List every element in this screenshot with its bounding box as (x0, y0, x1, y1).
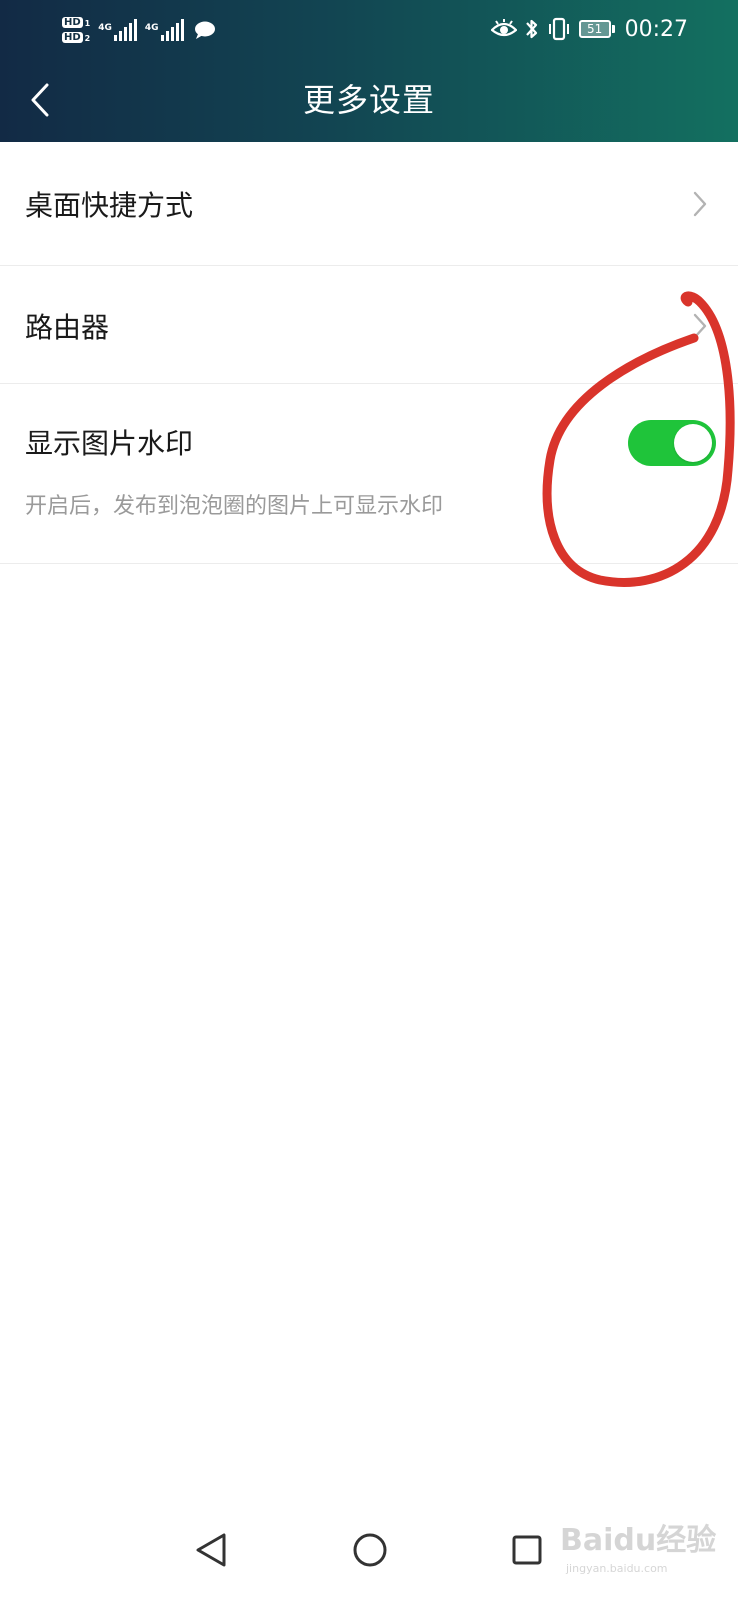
settings-item-label: 桌面快捷方式 (25, 189, 194, 222)
battery-icon: 51 (578, 20, 615, 38)
settings-item-label: 显示图片水印 (25, 427, 194, 460)
hd-indicators: HD 1 HD 2 (62, 17, 90, 43)
status-bar-right: 51 00:27 (490, 10, 688, 48)
sim2-number: 2 (84, 34, 91, 43)
settings-item-description: 开启后，发布到泡泡圈的图片上可显示水印 (25, 494, 444, 519)
baidu-watermark-logo: Baidu经验 jingyan.baidu.com (560, 1523, 716, 1575)
status-time: 00:27 (624, 16, 688, 42)
network-type-1: 4G (98, 23, 112, 33)
signal-icon: 4G (98, 19, 137, 41)
signal-bars-1 (113, 19, 137, 41)
message-icon (194, 21, 215, 39)
eye-comfort-icon (490, 19, 517, 37)
app-header: HD 1 HD 2 4G 4G 51 00:27 更多设置 (0, 0, 738, 142)
chevron-left-icon (31, 83, 49, 117)
toggle-knob (674, 424, 712, 462)
chevron-right-icon (693, 191, 707, 217)
network-type-2: 4G (144, 23, 159, 33)
battery-body: 51 (578, 20, 611, 38)
signal-icon-2: 4G (145, 19, 184, 41)
battery-tip (611, 25, 615, 33)
watermark-subtext: jingyan.baidu.com (565, 1562, 668, 1575)
back-button[interactable] (20, 78, 60, 122)
page-title: 更多设置 (302, 81, 435, 119)
status-bar-left: HD 1 HD 2 4G 4G (62, 10, 216, 50)
settings-item-image-watermark: 显示图片水印 开启后，发布到泡泡圈的图片上可显示水印 (0, 384, 738, 564)
signal-bars-2 (160, 19, 184, 41)
nav-recent-apps-button[interactable] (502, 1525, 552, 1575)
settings-list: 桌面快捷方式 路由器 显示图片水印 开启后，发布到泡泡圈的图片上可显示水印 (0, 142, 738, 564)
hd-icon-2: HD 2 (62, 32, 90, 43)
settings-item-router[interactable]: 路由器 (0, 266, 738, 384)
nav-home-button[interactable] (345, 1525, 395, 1575)
sim1-number: 1 (84, 19, 91, 28)
square-recent-icon (512, 1535, 542, 1565)
bluetooth-icon (525, 19, 537, 39)
battery-level: 51 (586, 22, 603, 36)
watermark-text: Baidu经验 (560, 1523, 716, 1558)
circle-home-icon (353, 1533, 387, 1567)
hd-icon: HD 1 (62, 17, 90, 28)
watermark-toggle[interactable] (628, 420, 716, 466)
settings-item-desktop-shortcut[interactable]: 桌面快捷方式 (0, 142, 738, 266)
triangle-back-icon (196, 1533, 226, 1567)
vibrate-icon (548, 17, 569, 41)
chevron-right-icon (693, 313, 707, 339)
settings-item-label: 路由器 (25, 311, 110, 344)
sim2-hd-label: HD (62, 32, 83, 43)
sim1-hd-label: HD (62, 17, 83, 28)
nav-back-button[interactable] (186, 1525, 236, 1575)
